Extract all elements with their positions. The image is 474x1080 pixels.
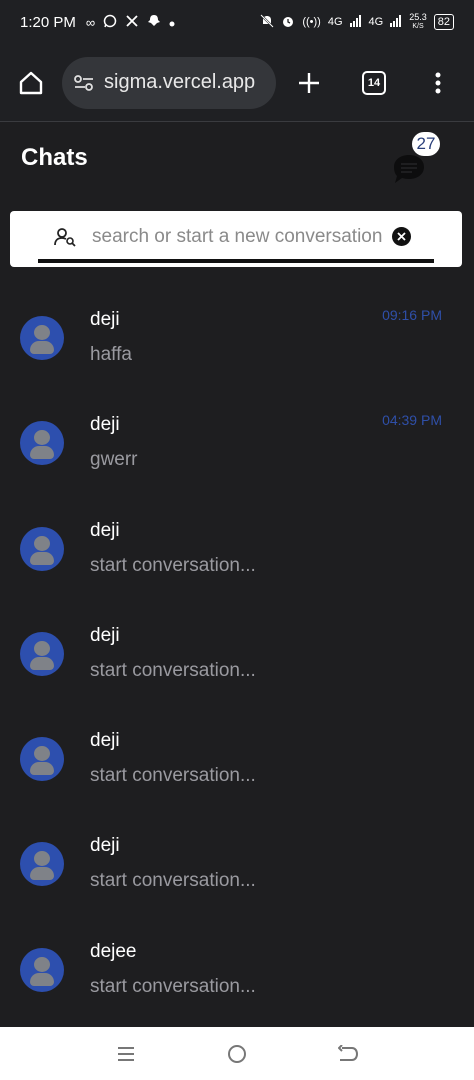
message-time: 04:39 PM <box>382 412 442 429</box>
home-nav-button[interactable] <box>217 1034 257 1074</box>
message-preview: start conversation... <box>90 554 256 576</box>
notification-icons: ∞ <box>86 14 175 31</box>
recents-icon <box>117 1046 134 1061</box>
home-icon <box>19 71 43 94</box>
back-icon <box>338 1044 359 1061</box>
contact-name: dejee <box>90 940 137 962</box>
status-right: ((•)) 4G 4G 25.3 K/S 82 <box>260 13 454 31</box>
message-preview: start conversation... <box>90 870 256 892</box>
chats-header: Chats 27 <box>0 123 474 203</box>
new-tab-button[interactable] <box>276 71 342 95</box>
home-circle-icon <box>227 1044 246 1063</box>
home-button[interactable] <box>0 52 62 114</box>
network-1: 4G <box>327 16 343 28</box>
search-underline <box>38 259 434 263</box>
whatsapp-icon <box>103 14 117 31</box>
tab-count: 14 <box>362 70 386 95</box>
avatar <box>20 631 64 676</box>
search-bar <box>10 211 462 267</box>
system-nav-bar <box>0 1027 474 1080</box>
site-settings-icon[interactable] <box>74 74 94 92</box>
close-icon <box>397 232 406 241</box>
message-preview: start conversation... <box>90 975 256 997</box>
chat-bubble-icon <box>394 155 424 183</box>
signal-icon <box>349 14 362 30</box>
hotspot-icon: ((•)) <box>302 16 321 28</box>
search-user-icon <box>54 228 76 247</box>
message-preview: start conversation... <box>90 659 256 681</box>
page-title: Chats <box>21 144 88 171</box>
more-vert-icon <box>435 72 441 93</box>
chat-list-item[interactable]: deji gwerr 04:39 PM <box>0 393 474 498</box>
alarm-icon <box>281 14 295 31</box>
message-preview: start conversation... <box>90 765 256 787</box>
recents-button[interactable] <box>106 1034 146 1074</box>
chat-list-item[interactable]: deji haffa 09:16 PM <box>0 288 474 393</box>
back-button[interactable] <box>328 1034 368 1074</box>
chat-list-item[interactable]: deji start conversation... <box>0 499 474 604</box>
status-time: 1:20 PM <box>20 13 76 31</box>
dot-icon <box>169 15 175 30</box>
snapchat-icon <box>147 14 161 31</box>
infinity-icon: ∞ <box>85 14 96 30</box>
network-2: 4G <box>368 16 384 28</box>
plus-icon <box>299 72 319 93</box>
avatar <box>20 316 64 360</box>
battery-indicator: 82 <box>433 14 454 30</box>
tab-switcher-button[interactable]: 14 <box>342 70 406 95</box>
avatar <box>20 737 64 782</box>
chat-list-item[interactable]: deji start conversation... <box>0 709 474 814</box>
browser-menu-button[interactable] <box>406 71 470 95</box>
url-text: sigma.vercel.app <box>104 71 256 93</box>
signal-icon-2 <box>390 14 402 30</box>
chat-list-item[interactable]: dejee start conversation... <box>0 920 474 1025</box>
contact-name: deji <box>90 309 120 330</box>
contact-name: deji <box>90 835 120 857</box>
avatar <box>20 526 64 571</box>
search-input[interactable] <box>92 223 382 251</box>
chat-list-item[interactable]: deji start conversation... <box>0 814 474 919</box>
chat-list: deji haffa 09:16 PM deji gwerr 04:39 PM … <box>0 288 474 1025</box>
avatar <box>20 947 64 992</box>
avatar <box>20 421 64 466</box>
contact-name: deji <box>90 730 120 752</box>
contact-name: deji <box>90 519 120 541</box>
mute-icon <box>260 13 275 31</box>
x-icon <box>125 14 139 31</box>
data-speed: 25.3 K/S <box>409 12 427 31</box>
clear-search-button[interactable] <box>392 227 411 246</box>
contact-name: deji <box>90 414 120 436</box>
chat-list-item[interactable]: deji start conversation... <box>0 604 474 709</box>
message-time: 09:16 PM <box>382 307 442 323</box>
status-bar: 1:20 PM ∞ ((•)) 4G 4G 25.3 K/S 82 <box>0 0 474 44</box>
avatar <box>20 842 64 887</box>
unread-badge: 27 <box>412 132 440 156</box>
messages-button[interactable] <box>392 153 426 190</box>
browser-toolbar: sigma.vercel.app 14 <box>0 44 474 122</box>
contact-name: deji <box>90 624 120 646</box>
address-bar[interactable]: sigma.vercel.app <box>62 56 276 109</box>
message-preview: haffa <box>90 344 132 365</box>
message-preview: gwerr <box>90 449 138 471</box>
